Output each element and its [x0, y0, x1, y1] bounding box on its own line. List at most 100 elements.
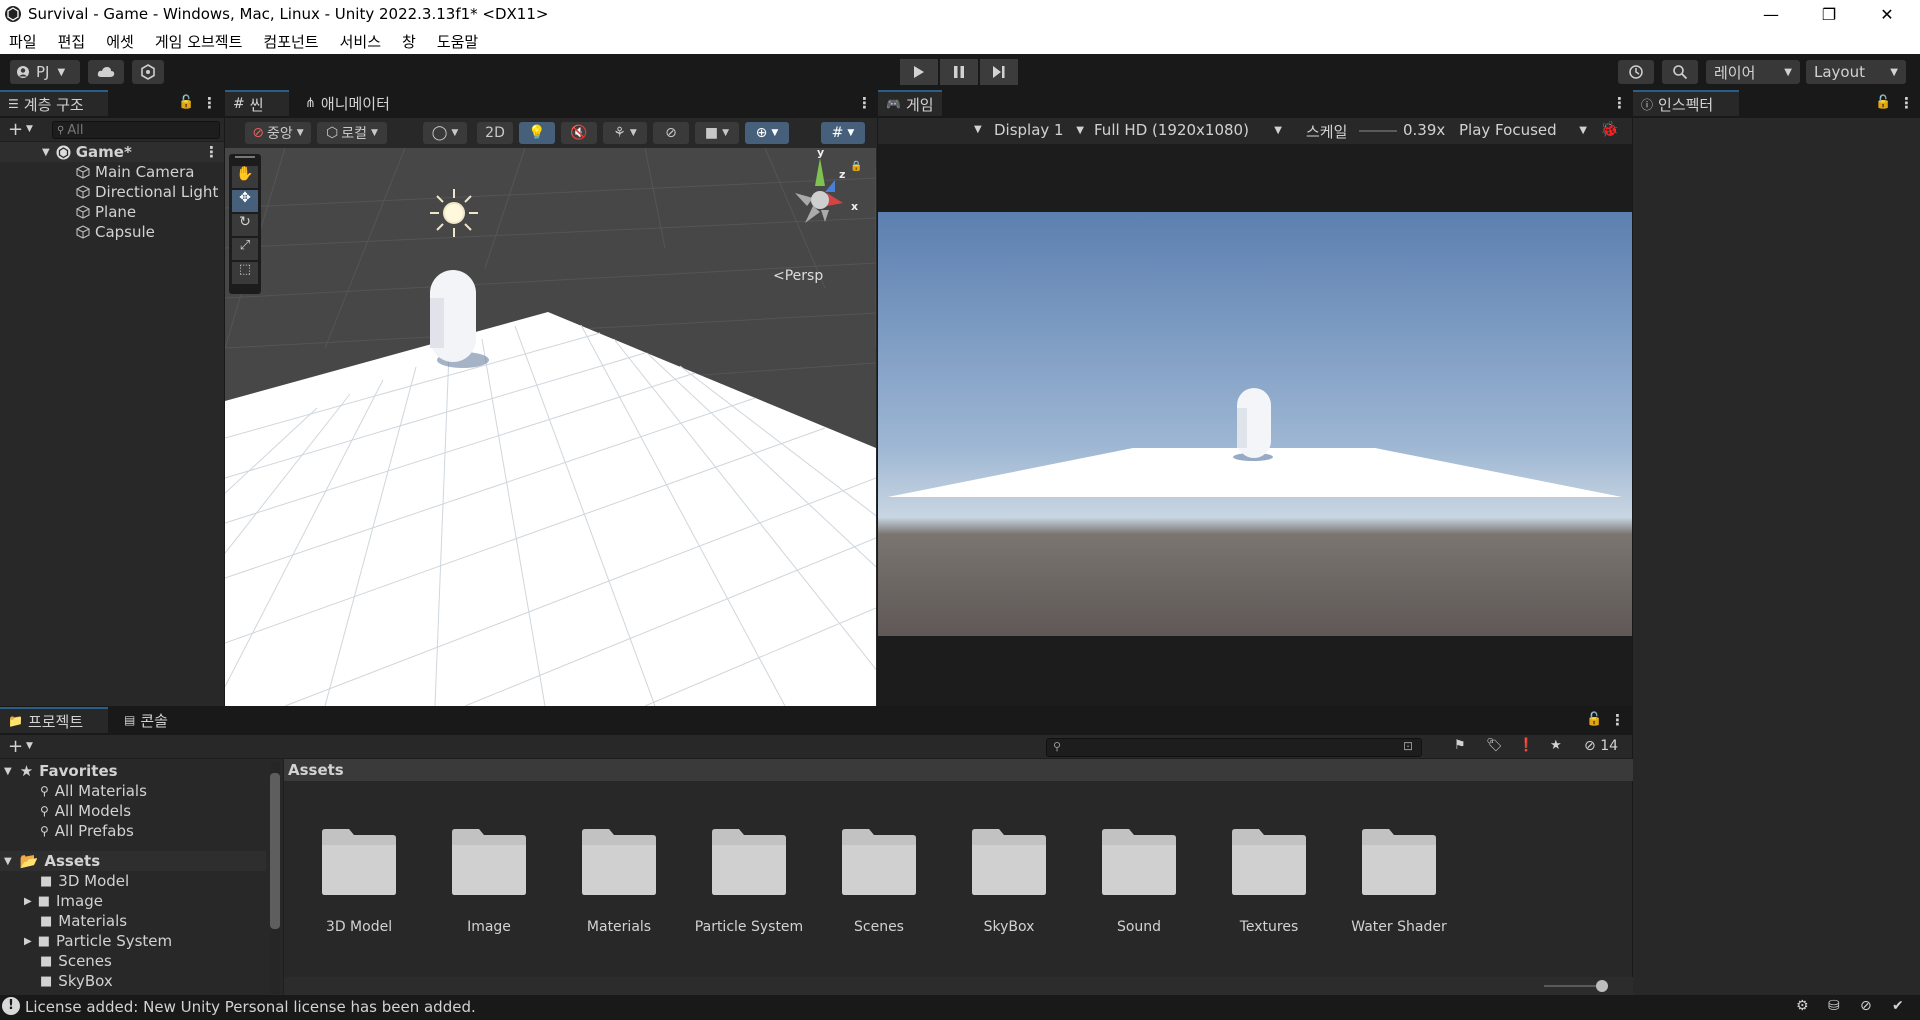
game-mode-dropdown-arrow[interactable]: ▼	[974, 124, 982, 135]
space-dropdown[interactable]: ⬡ 로컬 ▼	[317, 122, 387, 144]
add-icon[interactable]: +	[8, 119, 23, 140]
asset-folder[interactable]: Particle System	[694, 815, 804, 935]
tree-item-materials[interactable]: ■ Materials	[40, 911, 127, 931]
tree-item-particle-system[interactable]: ▶ ■ Particle System	[24, 931, 172, 951]
expand-arrow-icon[interactable]: ▼	[4, 766, 12, 777]
menu-gameobject[interactable]: 게임 오브젝트	[155, 31, 243, 52]
more-options-icon[interactable]: ⋮	[204, 143, 219, 161]
favorites-header[interactable]: ▼ ★ Favorites	[4, 761, 118, 781]
network-icon[interactable]: ⊘	[1860, 998, 1872, 1014]
audio-toggle[interactable]: 🔇	[561, 122, 597, 144]
asset-folder[interactable]: Scenes	[824, 815, 934, 935]
menu-assets[interactable]: 에셋	[106, 31, 134, 52]
move-tool-icon[interactable]: ✥	[232, 190, 258, 212]
play-button[interactable]	[900, 59, 938, 85]
add-icon[interactable]: +	[8, 736, 23, 757]
icon-size-slider[interactable]	[1544, 985, 1604, 987]
hand-tool-icon[interactable]: ✋	[232, 166, 258, 188]
asset-folder[interactable]: 3D Model	[304, 815, 414, 935]
auto-refresh-icon[interactable]: ✔	[1892, 998, 1904, 1014]
cloud-button[interactable]	[88, 60, 124, 84]
tab-console[interactable]: ▤ 콘솔	[116, 707, 176, 733]
tree-item-3d-model[interactable]: ■ 3D Model	[40, 871, 129, 891]
favorite-all-models[interactable]: ⚲ All Models	[40, 801, 131, 821]
hierarchy-item-directional-light[interactable]: Directional Light	[0, 182, 224, 202]
search-by-type-icon[interactable]: ⊡	[1403, 739, 1413, 753]
gizmos-dropdown[interactable]: ⊕ ▼	[745, 122, 789, 144]
tab-hierarchy[interactable]: ☰ 계층 구조	[0, 90, 108, 116]
layout-dropdown[interactable]: Layout ▼	[1806, 60, 1906, 84]
more-options-icon[interactable]: ⋮	[1612, 94, 1627, 112]
scene-visibility-toggle[interactable]: ⊘	[653, 122, 689, 144]
pivot-dropdown[interactable]: ⊘ 중앙 ▼	[245, 122, 311, 144]
layers-dropdown[interactable]: 레이어 ▼	[1706, 60, 1800, 84]
expand-arrow-icon[interactable]: ▶	[24, 896, 32, 907]
lock-icon[interactable]: 🔓	[178, 95, 194, 110]
account-dropdown[interactable]: PJ ▼	[10, 60, 80, 84]
expand-arrow-icon[interactable]: ▼	[42, 147, 50, 158]
asset-folder[interactable]: Materials	[564, 815, 674, 935]
hierarchy-search-input[interactable]: ⚲ All	[52, 121, 220, 139]
hidden-packages-toggle[interactable]: ⊘ 14	[1584, 738, 1618, 754]
collab-button[interactable]	[132, 60, 164, 84]
status-message[interactable]: License added: New Unity Personal licens…	[25, 998, 476, 1016]
rect-tool-icon[interactable]: ⬚	[232, 262, 258, 284]
favorite-star-icon[interactable]: ★	[1550, 738, 1562, 753]
play-focus-dropdown[interactable]: Play Focused ▼	[1455, 118, 1591, 142]
more-options-icon[interactable]: ⋮	[202, 94, 217, 112]
menu-window[interactable]: 창	[402, 31, 416, 52]
more-options-icon[interactable]: ⋮	[1899, 94, 1914, 112]
debug-mode-icon[interactable]: ⚙	[1796, 998, 1809, 1014]
tree-item-image[interactable]: ▶ ■ Image	[24, 891, 103, 911]
scale-slider[interactable]	[1359, 130, 1397, 132]
cache-server-icon[interactable]: ⛁	[1828, 998, 1840, 1014]
mode-2d-toggle[interactable]: 2D	[477, 122, 513, 144]
hierarchy-item-main-camera[interactable]: Main Camera	[0, 162, 224, 182]
project-search-input[interactable]: ⚲ ⊡	[1046, 738, 1422, 757]
scene-viewport[interactable]: ✋ ✥ ↻ ⤢ ⬚ y z x 🔒 <Persp	[225, 148, 876, 706]
close-button[interactable]: ✕	[1858, 0, 1916, 28]
chevron-down-icon[interactable]: ▼	[26, 124, 33, 134]
asset-folder[interactable]: Sound	[1084, 815, 1194, 935]
favorite-all-prefabs[interactable]: ⚲ All Prefabs	[40, 821, 134, 841]
tree-item-scenes[interactable]: ■ Scenes	[40, 951, 112, 971]
asset-folder[interactable]: Water Shader	[1344, 815, 1454, 935]
icon-size-slider-thumb[interactable]	[1596, 980, 1608, 992]
lighting-toggle[interactable]: 💡	[519, 122, 555, 144]
chevron-down-icon[interactable]: ▼	[26, 741, 33, 751]
warning-filter-icon[interactable]: ❗	[1518, 738, 1534, 753]
rotate-tool-icon[interactable]: ↻	[232, 214, 258, 236]
search-button[interactable]	[1662, 60, 1698, 84]
breadcrumb-assets[interactable]: Assets	[288, 761, 344, 779]
favorite-all-materials[interactable]: ⚲ All Materials	[40, 781, 147, 801]
tab-game[interactable]: 🎮 게임	[878, 90, 942, 116]
menu-edit[interactable]: 편집	[58, 31, 86, 52]
tree-scrollbar-thumb[interactable]	[270, 773, 280, 929]
game-viewport[interactable]	[878, 212, 1632, 636]
asset-folder[interactable]: SkyBox	[954, 815, 1064, 935]
menu-help[interactable]: 도움말	[437, 31, 478, 52]
tree-scrollbar[interactable]	[270, 761, 280, 994]
assets-root[interactable]: ▼ 📂 Assets	[0, 851, 266, 871]
resolution-dropdown[interactable]: Full HD (1920x1080) ▼	[1090, 118, 1286, 142]
tab-scene[interactable]: # 씬	[225, 90, 289, 116]
expand-arrow-icon[interactable]: ▼	[4, 856, 12, 867]
drag-handle-icon[interactable]	[235, 156, 255, 158]
shading-mode-dropdown[interactable]: ◯ ▼	[423, 122, 467, 144]
undo-history-button[interactable]	[1618, 60, 1654, 84]
asset-folder[interactable]: Image	[434, 815, 544, 935]
more-options-icon[interactable]: ⋮	[1610, 711, 1625, 729]
pause-button[interactable]	[940, 59, 978, 85]
asset-folder[interactable]: Textures	[1214, 815, 1324, 935]
display-dropdown[interactable]: Display 1 ▼	[990, 118, 1088, 142]
tab-animator[interactable]: ⋔ 애니메이터	[297, 90, 398, 116]
persp-label[interactable]: <Persp	[773, 268, 823, 284]
expand-arrow-icon[interactable]: ▶	[24, 936, 32, 947]
lock-icon[interactable]: 🔓	[1586, 712, 1602, 727]
lock-icon[interactable]: 🔓	[1875, 95, 1891, 110]
filter-type-icon[interactable]: ⚑	[1454, 738, 1466, 753]
tree-item-skybox[interactable]: ■ SkyBox	[40, 971, 113, 991]
hierarchy-item-plane[interactable]: Plane	[0, 202, 224, 222]
step-button[interactable]	[980, 59, 1018, 85]
label-tag-icon[interactable]: 🏷	[1486, 738, 1503, 753]
